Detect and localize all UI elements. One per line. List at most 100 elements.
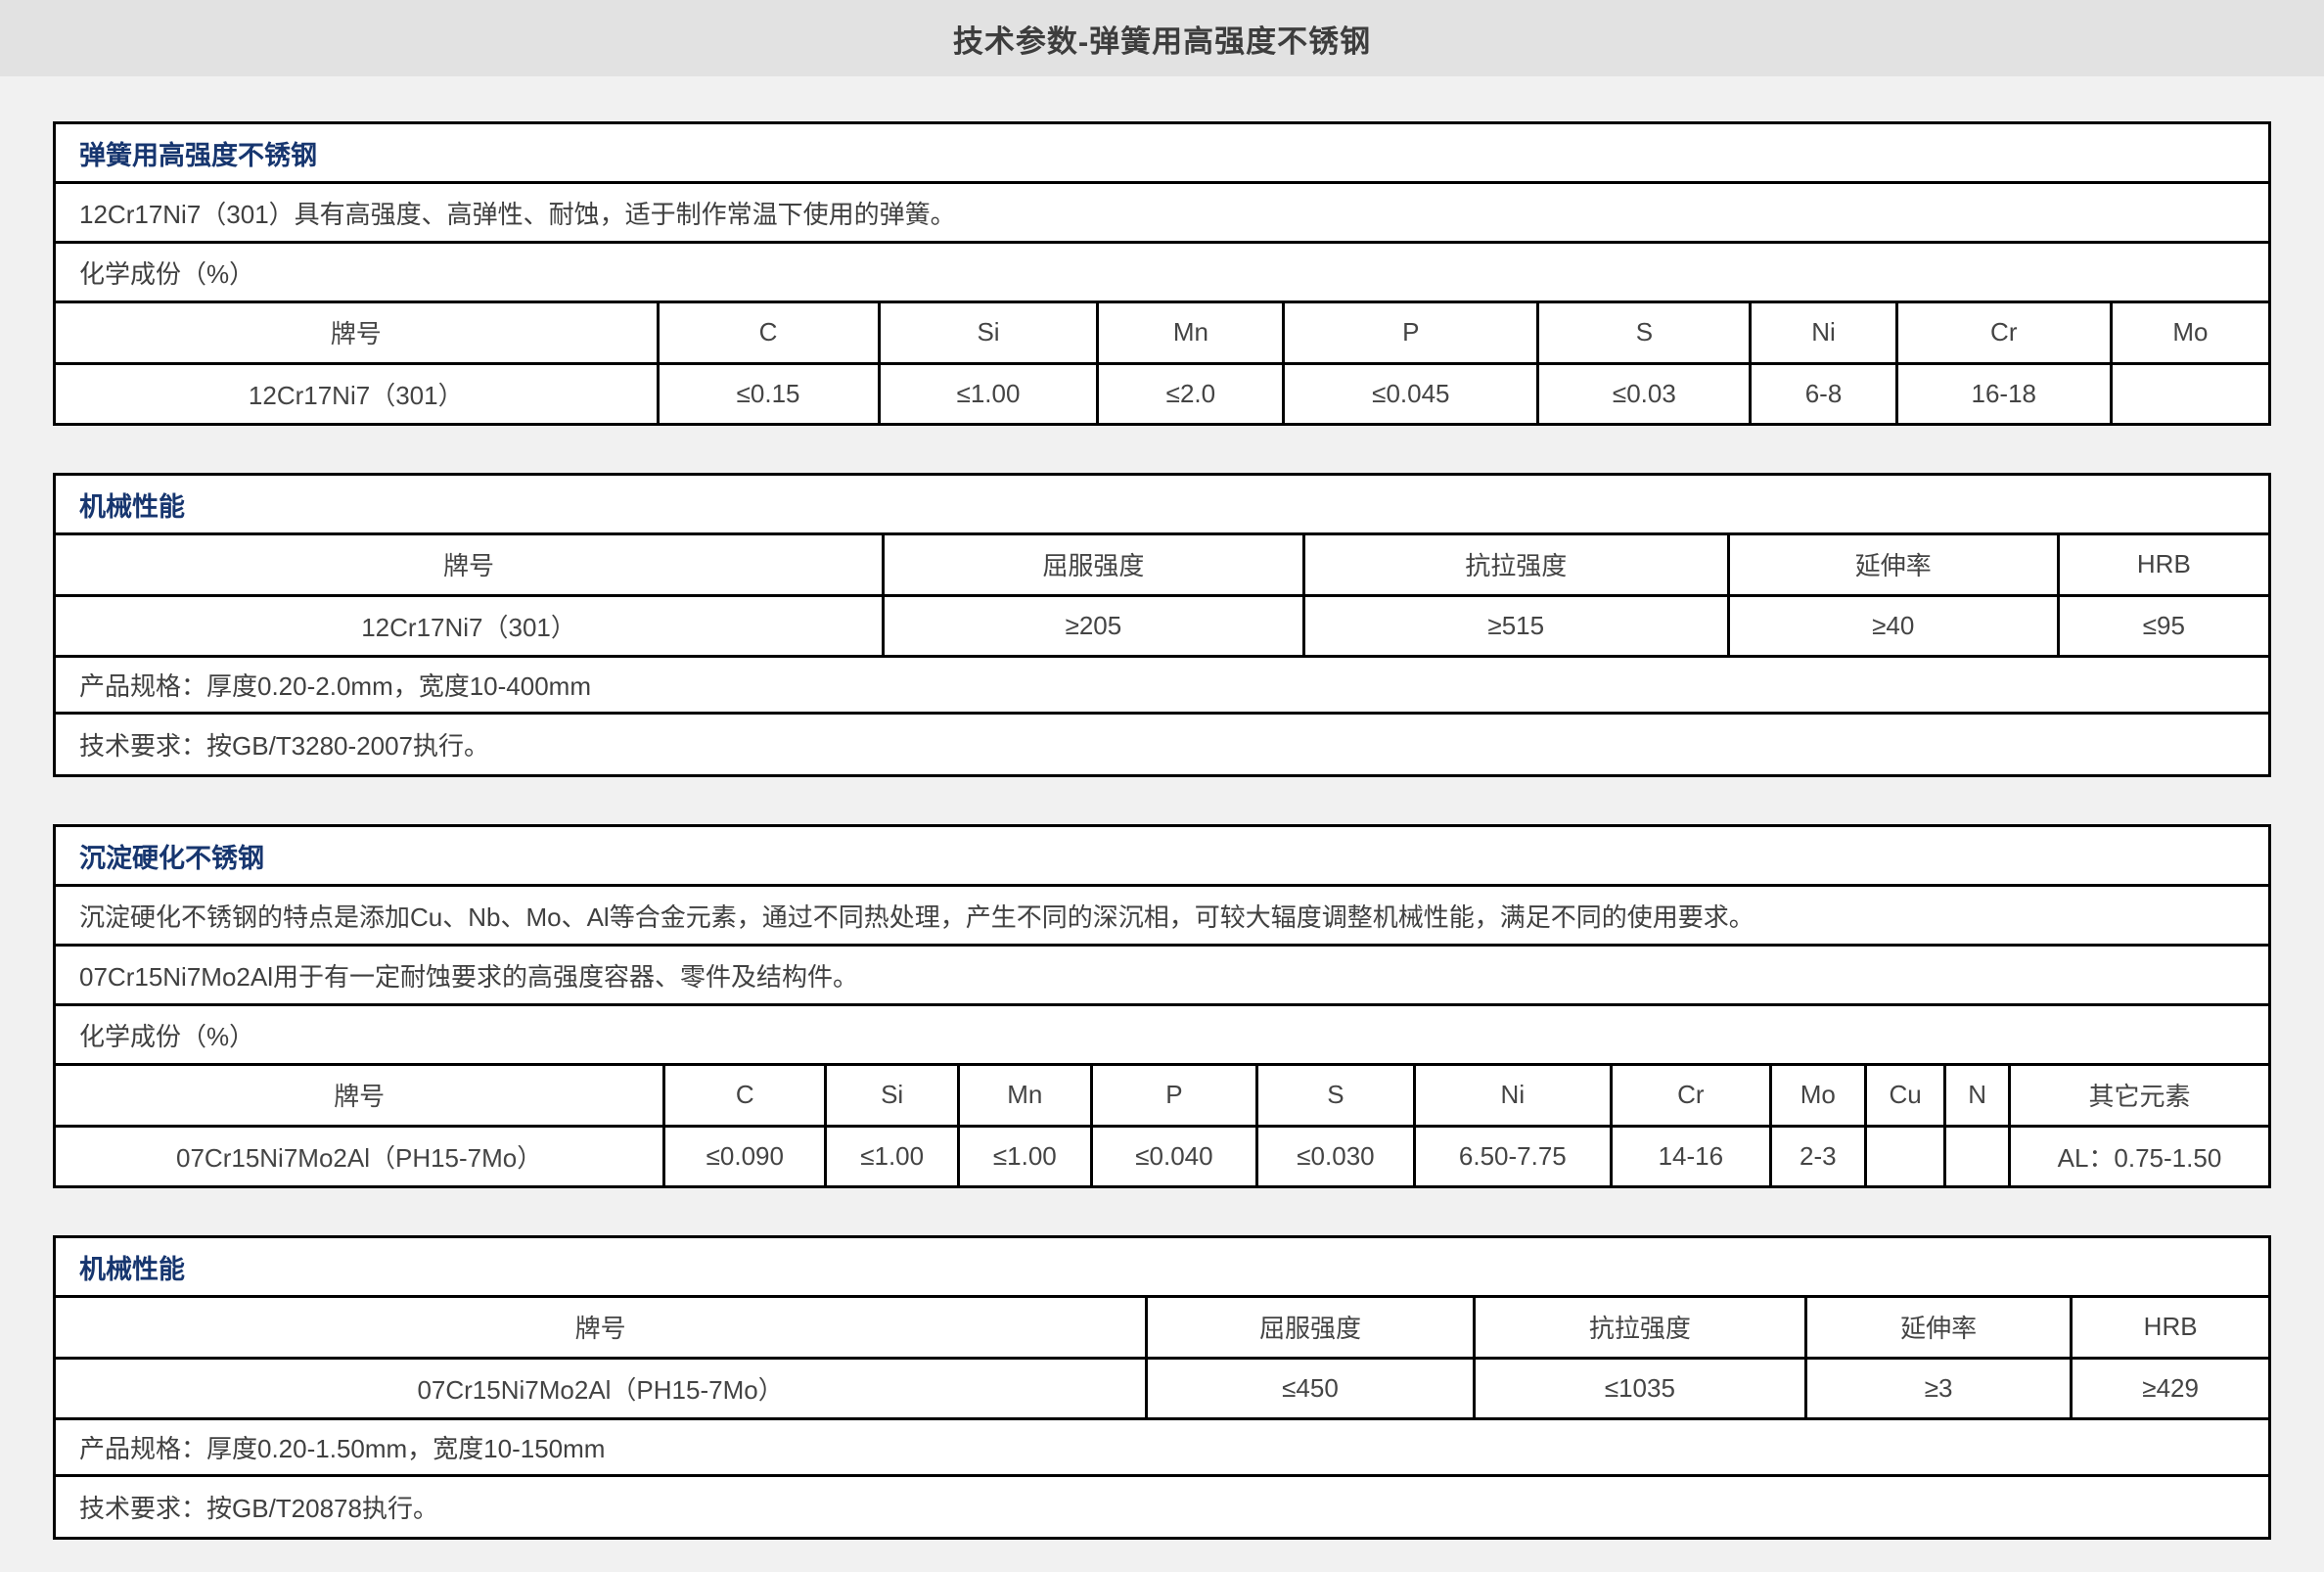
table-data-cell: ≤1.00 <box>958 1126 1091 1185</box>
table-header-cell: 延伸率 <box>1728 535 2058 595</box>
table-data-row: 07Cr15Ni7Mo2Al（PH15-7Mo） ≤450 ≤1035 ≥3 ≥… <box>56 1358 2268 1417</box>
section-mechanical-properties-301: 机械性能 牌号 屈服强度 抗拉强度 延伸率 HRB 12Cr17Ni7（301）… <box>53 473 2271 777</box>
section-title: 机械性能 <box>79 485 185 524</box>
tech-requirement-text: 技术要求：按GB/T20878执行。 <box>79 1489 438 1525</box>
table-header-cell: Mn <box>1098 303 1284 363</box>
table-data-cell: ≥40 <box>1728 595 2058 655</box>
table-header-row: 牌号 屈服强度 抗拉强度 延伸率 HRB <box>56 535 2268 595</box>
table-data-cell <box>1945 1126 2010 1185</box>
table-header-cell: HRB <box>2072 1298 2268 1358</box>
table-header-row: 牌号 屈服强度 抗拉强度 延伸率 HRB <box>56 1298 2268 1358</box>
page-header: 技术参数-弹簧用高强度不锈钢 <box>0 0 2324 76</box>
table-header-cell: 屈服强度 <box>884 535 1304 595</box>
table-data-row: 07Cr15Ni7Mo2Al（PH15-7Mo） ≤0.090 ≤1.00 ≤1… <box>56 1126 2268 1185</box>
table-header-cell: N <box>1945 1066 2010 1126</box>
table-header-cell: 牌号 <box>56 303 658 363</box>
table-data-cell: ≥429 <box>2072 1358 2268 1417</box>
product-spec-text: 产品规格：厚度0.20-2.0mm，宽度10-400mm <box>79 667 591 703</box>
table-header-cell: P <box>1091 1066 1257 1126</box>
chem-composition-table-ph: 牌号 C Si Mn P S Ni Cr Mo Cu N 其它元素 07Cr15… <box>56 1066 2268 1185</box>
table-header-cell: Mo <box>1770 1066 1865 1126</box>
section-mechanical-properties-ph: 机械性能 牌号 屈服强度 抗拉强度 延伸率 HRB 07Cr15Ni7Mo2Al… <box>53 1235 2271 1540</box>
description-row: 沉淀硬化不锈钢的特点是添加Cu、Nb、Mo、Al等合金元素，通过不同热处理，产生… <box>56 887 2268 947</box>
table-header-cell: Cu <box>1865 1066 1944 1126</box>
table-data-cell: ≤0.15 <box>658 363 879 423</box>
section-precipitation-hardening: 沉淀硬化不锈钢 沉淀硬化不锈钢的特点是添加Cu、Nb、Mo、Al等合金元素，通过… <box>53 824 2271 1188</box>
table-data-cell: ≤0.090 <box>664 1126 826 1185</box>
chem-label-text: 化学成份（%） <box>79 254 254 291</box>
description-text: 沉淀硬化不锈钢的特点是添加Cu、Nb、Mo、Al等合金元素，通过不同热处理，产生… <box>79 898 1754 934</box>
table-header-cell: 牌号 <box>56 1066 664 1126</box>
chem-label-row: 化学成份（%） <box>56 1006 2268 1066</box>
table-data-cell: ≥515 <box>1303 595 1728 655</box>
table-data-cell: ≤0.045 <box>1284 363 1538 423</box>
table-header-cell: 牌号 <box>56 1298 1147 1358</box>
chem-label-row: 化学成份（%） <box>56 244 2268 303</box>
description-row: 07Cr15Ni7Mo2Al用于有一定耐蚀要求的高强度容器、零件及结构件。 <box>56 947 2268 1006</box>
table-data-cell: ≥3 <box>1805 1358 2071 1417</box>
tech-requirement-row: 技术要求：按GB/T3280-2007执行。 <box>56 715 2268 774</box>
table-header-cell: Cr <box>1611 1066 1770 1126</box>
table-data-cell: 12Cr17Ni7（301） <box>56 595 884 655</box>
table-data-cell: ≤1035 <box>1474 1358 1805 1417</box>
tech-requirement-text: 技术要求：按GB/T3280-2007执行。 <box>79 726 489 763</box>
product-spec-row: 产品规格：厚度0.20-1.50mm，宽度10-150mm <box>56 1417 2268 1477</box>
table-header-cell: Ni <box>1414 1066 1611 1126</box>
table-data-row: 12Cr17Ni7（301） ≤0.15 ≤1.00 ≤2.0 ≤0.045 ≤… <box>56 363 2268 423</box>
section-title: 机械性能 <box>79 1248 185 1286</box>
table-header-cell: 其它元素 <box>2009 1066 2268 1126</box>
table-data-cell: ≤0.03 <box>1538 363 1751 423</box>
table-data-cell: 6-8 <box>1751 363 1896 423</box>
table-data-cell: ≤95 <box>2058 595 2268 655</box>
mechanical-properties-table-ph: 牌号 屈服强度 抗拉强度 延伸率 HRB 07Cr15Ni7Mo2Al（PH15… <box>56 1298 2268 1417</box>
table-data-cell: ≥205 <box>884 595 1304 655</box>
table-data-cell <box>1865 1126 1944 1185</box>
chem-label-text: 化学成份（%） <box>79 1017 254 1053</box>
page-title: 技术参数-弹簧用高强度不锈钢 <box>953 17 1371 61</box>
table-header-cell: P <box>1284 303 1538 363</box>
section-title-row: 机械性能 <box>56 1238 2268 1298</box>
table-header-cell: 抗拉强度 <box>1303 535 1728 595</box>
description-row: 12Cr17Ni7（301）具有高强度、高弹性、耐蚀，适于制作常温下使用的弹簧。 <box>56 184 2268 244</box>
description-text: 07Cr15Ni7Mo2Al用于有一定耐蚀要求的高强度容器、零件及结构件。 <box>79 957 858 994</box>
table-data-cell: 07Cr15Ni7Mo2Al（PH15-7Mo） <box>56 1126 664 1185</box>
table-header-cell: 抗拉强度 <box>1474 1298 1805 1358</box>
chem-composition-table-301: 牌号 C Si Mn P S Ni Cr Mo 12Cr17Ni7（301） ≤… <box>56 303 2268 423</box>
mechanical-properties-table-301: 牌号 屈服强度 抗拉强度 延伸率 HRB 12Cr17Ni7（301） ≥205… <box>56 535 2268 655</box>
table-header-cell: S <box>1257 1066 1415 1126</box>
table-header-cell: Si <box>826 1066 959 1126</box>
table-data-cell: AL：0.75-1.50 <box>2009 1126 2268 1185</box>
table-data-cell: 16-18 <box>1896 363 2111 423</box>
table-header-row: 牌号 C Si Mn P S Ni Cr Mo <box>56 303 2268 363</box>
table-data-cell: ≤0.040 <box>1091 1126 1257 1185</box>
table-data-cell: ≤0.030 <box>1257 1126 1415 1185</box>
main-content: 弹簧用高强度不锈钢 12Cr17Ni7（301）具有高强度、高弹性、耐蚀，适于制… <box>0 76 2324 1540</box>
table-header-cell: S <box>1538 303 1751 363</box>
table-data-cell: 12Cr17Ni7（301） <box>56 363 658 423</box>
product-spec-text: 产品规格：厚度0.20-1.50mm，宽度10-150mm <box>79 1429 605 1465</box>
table-data-cell: 07Cr15Ni7Mo2Al（PH15-7Mo） <box>56 1358 1147 1417</box>
table-data-cell: 2-3 <box>1770 1126 1865 1185</box>
table-data-cell: ≤2.0 <box>1098 363 1284 423</box>
section-title-row: 沉淀硬化不锈钢 <box>56 827 2268 887</box>
table-header-cell: Mo <box>2111 303 2268 363</box>
table-header-cell: C <box>658 303 879 363</box>
table-header-cell: HRB <box>2058 535 2268 595</box>
section-title-row: 弹簧用高强度不锈钢 <box>56 124 2268 184</box>
description-text: 12Cr17Ni7（301）具有高强度、高弹性、耐蚀，适于制作常温下使用的弹簧。 <box>79 195 956 231</box>
section-title-row: 机械性能 <box>56 476 2268 535</box>
table-header-cell: 屈服强度 <box>1147 1298 1475 1358</box>
table-header-cell: 牌号 <box>56 535 884 595</box>
table-data-cell: 14-16 <box>1611 1126 1770 1185</box>
table-header-cell: Si <box>879 303 1098 363</box>
table-data-row: 12Cr17Ni7（301） ≥205 ≥515 ≥40 ≤95 <box>56 595 2268 655</box>
table-data-cell: ≤450 <box>1147 1358 1475 1417</box>
table-data-cell: 6.50-7.75 <box>1414 1126 1611 1185</box>
section-spring-steel: 弹簧用高强度不锈钢 12Cr17Ni7（301）具有高强度、高弹性、耐蚀，适于制… <box>53 121 2271 426</box>
product-spec-row: 产品规格：厚度0.20-2.0mm，宽度10-400mm <box>56 655 2268 715</box>
tech-requirement-row: 技术要求：按GB/T20878执行。 <box>56 1477 2268 1537</box>
table-header-cell: C <box>664 1066 826 1126</box>
table-data-cell: ≤1.00 <box>879 363 1098 423</box>
table-header-cell: Ni <box>1751 303 1896 363</box>
table-header-cell: Cr <box>1896 303 2111 363</box>
